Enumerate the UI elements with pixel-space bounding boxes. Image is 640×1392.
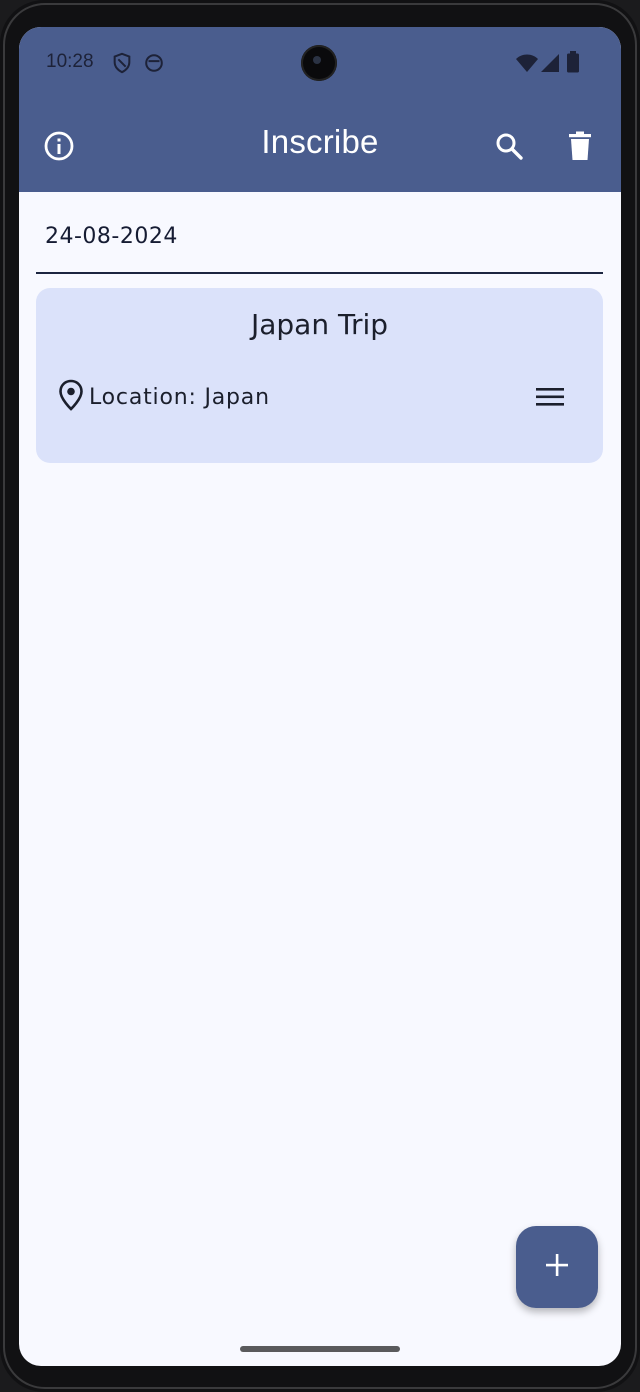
entry-location: Location: Japan <box>58 379 270 415</box>
entry-card[interactable]: Japan Trip Location: Japan <box>36 288 603 463</box>
shield-icon <box>111 52 133 78</box>
battery-icon <box>566 51 580 77</box>
face-icon <box>143 52 165 78</box>
date-filter-field[interactable]: 24-08-2024 <box>36 215 603 274</box>
app-title: Inscribe <box>261 123 379 160</box>
add-entry-button[interactable] <box>516 1226 598 1308</box>
entry-location-label: Location: Japan <box>89 384 270 410</box>
entry-title: Japan Trip <box>250 308 389 341</box>
search-icon[interactable] <box>491 128 527 164</box>
top-app-bar: 10:28 Inscribe <box>19 27 621 192</box>
menu-icon[interactable] <box>532 382 568 412</box>
wifi-icon <box>515 53 539 77</box>
phone-frame: 10:28 Inscribe 24-08-2024 Japan Trip Loc… <box>0 0 640 1392</box>
home-indicator[interactable] <box>240 1346 400 1352</box>
status-time: 10:28 <box>46 51 94 72</box>
date-value: 24-08-2024 <box>45 224 178 249</box>
plus-icon <box>544 1252 570 1282</box>
signal-icon <box>540 53 560 77</box>
delete-icon[interactable] <box>562 128 598 164</box>
front-camera <box>301 45 337 81</box>
location-pin-icon <box>58 379 84 415</box>
app-screen: 10:28 Inscribe 24-08-2024 Japan Trip Loc… <box>19 27 621 1366</box>
